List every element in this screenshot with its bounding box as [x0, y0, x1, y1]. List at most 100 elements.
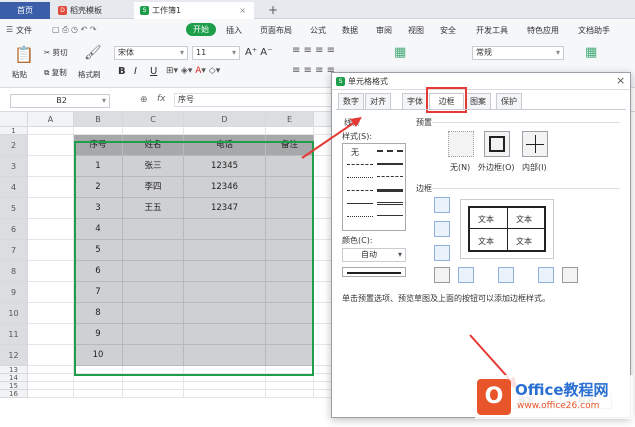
table-cell[interactable]: 9: [74, 324, 123, 345]
row-header[interactable]: 12: [0, 345, 28, 366]
cell[interactable]: [123, 382, 184, 390]
cell[interactable]: [28, 177, 74, 198]
table-cell[interactable]: [184, 303, 266, 324]
menu-formula[interactable]: 公式: [310, 25, 326, 36]
number-format-select[interactable]: 常规 ▾: [472, 46, 564, 60]
formula-input[interactable]: 序号: [174, 93, 334, 107]
close-tab-icon[interactable]: ×: [239, 2, 246, 19]
zoom-icon[interactable]: ⊕: [140, 95, 148, 105]
row-header[interactable]: 5: [0, 198, 28, 219]
cell[interactable]: [184, 374, 266, 382]
table-cell[interactable]: [123, 324, 184, 345]
column-header-d[interactable]: D: [184, 112, 266, 127]
line-style-option[interactable]: [377, 189, 403, 192]
row-header[interactable]: 13: [0, 366, 28, 374]
table-header-cell[interactable]: 备注: [266, 135, 314, 156]
table-cell[interactable]: [184, 219, 266, 240]
select-all-corner[interactable]: [0, 112, 28, 127]
border-top-button[interactable]: [434, 197, 450, 213]
row-header[interactable]: 1: [0, 127, 28, 135]
cell[interactable]: [266, 127, 314, 135]
line-style-option[interactable]: [377, 176, 403, 177]
cell[interactable]: [314, 282, 332, 303]
menu-data[interactable]: 数据: [342, 25, 358, 36]
cell[interactable]: [266, 382, 314, 390]
table-header-cell[interactable]: 序号: [74, 135, 123, 156]
table-cell[interactable]: [123, 219, 184, 240]
table-cell[interactable]: 3: [74, 198, 123, 219]
menu-view[interactable]: 视图: [408, 25, 424, 36]
border-diagonal-down-button[interactable]: [562, 267, 578, 283]
cell[interactable]: [28, 198, 74, 219]
table-cell[interactable]: [123, 261, 184, 282]
table-cell[interactable]: 12345: [184, 156, 266, 177]
cell[interactable]: [28, 382, 74, 390]
cell[interactable]: [74, 127, 123, 135]
row-header[interactable]: 6: [0, 219, 28, 240]
format-painter-icon[interactable]: 🖌: [84, 45, 102, 61]
cut-button[interactable]: ✂ 剪切: [44, 47, 68, 58]
preset-outline-button[interactable]: [484, 131, 510, 157]
align-buttons-row2[interactable]: ≡ ≡ ≡ ≡: [292, 65, 335, 76]
font-grow-shrink-icons[interactable]: A⁺ A⁻: [245, 47, 272, 58]
table-cell[interactable]: 8: [74, 303, 123, 324]
column-header-b[interactable]: B: [74, 112, 123, 127]
tab-alignment[interactable]: 对齐: [365, 93, 391, 109]
menu-file[interactable]: 文件: [16, 25, 32, 36]
row-header[interactable]: 10: [0, 303, 28, 324]
cell[interactable]: [123, 374, 184, 382]
column-header-a[interactable]: A: [28, 112, 74, 127]
conditional-format-icon[interactable]: ▦: [585, 45, 597, 60]
line-style-option[interactable]: [377, 215, 403, 216]
row-header[interactable]: 11: [0, 324, 28, 345]
cell[interactable]: [123, 390, 184, 398]
table-cell[interactable]: [266, 198, 314, 219]
cell[interactable]: [28, 240, 74, 261]
menu-security[interactable]: 安全: [440, 25, 456, 36]
table-cell[interactable]: [266, 282, 314, 303]
border-right-button[interactable]: [538, 267, 554, 283]
table-cell[interactable]: 张三: [123, 156, 184, 177]
cell[interactable]: [184, 366, 266, 374]
table-cell[interactable]: [266, 219, 314, 240]
cell[interactable]: [266, 390, 314, 398]
border-diagonal-up-button[interactable]: [434, 267, 450, 283]
border-fill-font-color-icons[interactable]: ⊞▾ ◈▾ A▾ ◇▾: [166, 66, 220, 76]
merge-center-icon[interactable]: ▦: [394, 45, 406, 60]
table-cell[interactable]: 1: [74, 156, 123, 177]
cell[interactable]: [28, 261, 74, 282]
line-style-option[interactable]: [377, 163, 403, 165]
row-header[interactable]: 8: [0, 261, 28, 282]
cell[interactable]: [28, 156, 74, 177]
cell[interactable]: [184, 382, 266, 390]
border-middle-h-button[interactable]: [434, 221, 450, 237]
table-cell[interactable]: 12346: [184, 177, 266, 198]
cell[interactable]: [314, 198, 332, 219]
tab-templates[interactable]: D 稻壳模板: [52, 2, 130, 19]
border-preview[interactable]: 文本 文本 文本 文本: [460, 199, 554, 259]
cell[interactable]: [266, 366, 314, 374]
font-size-select[interactable]: 11 ▾: [192, 46, 240, 60]
cell[interactable]: [314, 324, 332, 345]
table-cell[interactable]: [266, 240, 314, 261]
cell[interactable]: [314, 135, 332, 156]
cell[interactable]: [28, 282, 74, 303]
line-style-option[interactable]: [347, 164, 373, 165]
table-cell[interactable]: [123, 240, 184, 261]
tab-pattern[interactable]: 图案: [465, 93, 491, 109]
table-cell[interactable]: [123, 345, 184, 366]
row-header[interactable]: 4: [0, 177, 28, 198]
table-cell[interactable]: [184, 282, 266, 303]
table-cell[interactable]: [184, 240, 266, 261]
table-cell[interactable]: [266, 303, 314, 324]
style-none[interactable]: 无: [351, 147, 359, 158]
menu-start[interactable]: 开始: [186, 23, 216, 36]
table-cell[interactable]: 李四: [123, 177, 184, 198]
table-cell[interactable]: [123, 303, 184, 324]
cell[interactable]: [28, 303, 74, 324]
align-buttons[interactable]: ≡ ≡ ≡ ≡: [292, 45, 335, 56]
menu-review[interactable]: 审阅: [376, 25, 392, 36]
cell[interactable]: [314, 374, 332, 382]
table-cell[interactable]: [266, 261, 314, 282]
table-cell[interactable]: [123, 282, 184, 303]
